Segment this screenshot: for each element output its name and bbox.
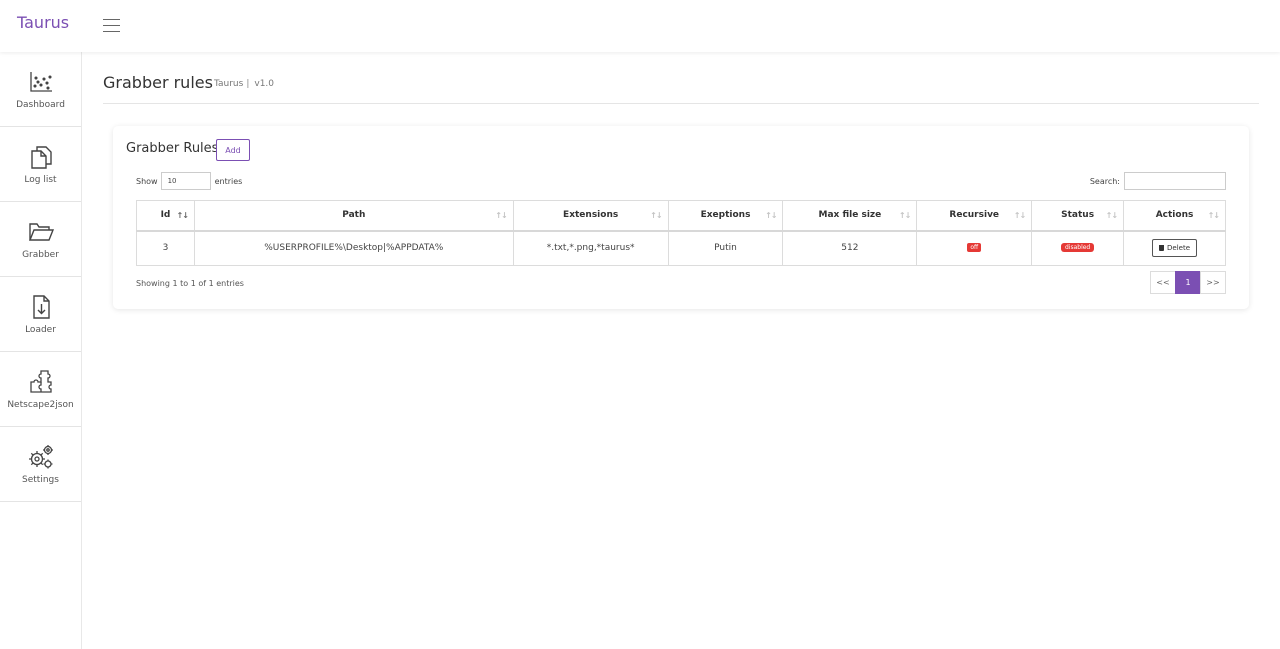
sidebar-item-loader[interactable]: Loader [0, 277, 81, 352]
cell-id: 3 [136, 230, 195, 266]
sort-icon: ↑↓ [1013, 211, 1026, 220]
sidebar-item-settings[interactable]: Settings [0, 427, 81, 502]
sidebar: Dashboard Log list Grabber Loader Netsca… [0, 52, 82, 649]
status-badge: disabled [1060, 243, 1095, 253]
cell-max-file-size: 512 [782, 230, 918, 266]
brand-logo[interactable]: Taurus [17, 13, 69, 32]
grabber-rules-card: Grabber Rules Add Show entries Search: I… [113, 126, 1249, 309]
folder-open-icon [28, 223, 54, 241]
cell-status: disabled [1031, 230, 1125, 266]
search-label: Search: [1089, 176, 1120, 186]
column-header-max-file-size[interactable]: Max file size ↑↓ [782, 200, 918, 232]
rules-table: Id ↑↓ Path ↑↓ Extensions ↑↓ Exeptions ↑↓ Max… [136, 200, 1226, 266]
sidebar-item-log-list[interactable]: Log list [0, 127, 81, 202]
pagination-previous[interactable]: << [1150, 271, 1176, 294]
sort-icon: ↑↓ [765, 211, 777, 220]
sort-asc-icon: ↑↓ [176, 211, 189, 220]
table-header-row: Id ↑↓ Path ↑↓ Extensions ↑↓ Exeptions ↑↓ Max… [136, 200, 1226, 232]
delete-button[interactable]: Delete [1152, 239, 1198, 258]
sidebar-item-label: Loader [25, 325, 56, 335]
column-header-id[interactable]: Id ↑↓ [136, 200, 195, 232]
table-row: 3 %USERPROFILE%\Desktop|%APPDATA% *.txt,… [136, 230, 1226, 266]
breadcrumb-app[interactable]: Taurus [214, 79, 243, 89]
card-title: Grabber Rules [126, 141, 219, 156]
sidebar-item-label: Grabber [22, 250, 59, 260]
sidebar-item-grabber[interactable]: Grabber [0, 202, 81, 277]
file-download-icon [32, 295, 50, 319]
sort-icon: ↑↓ [1105, 211, 1118, 220]
show-label: Show [136, 176, 158, 186]
puzzle-icon [29, 370, 52, 393]
pagination: << 1 >> [1150, 271, 1226, 294]
pagination-next[interactable]: >> [1200, 271, 1226, 294]
cell-path: %USERPROFILE%\Desktop|%APPDATA% [193, 230, 514, 266]
pagination-page[interactable]: 1 [1175, 271, 1201, 294]
gears-icon [28, 445, 53, 469]
page-length-control: Show entries [136, 172, 242, 190]
entries-label: entries [214, 176, 243, 186]
column-header-exceptions[interactable]: Exeptions ↑↓ [667, 200, 784, 232]
copy-icon [30, 146, 52, 169]
divider [103, 103, 1259, 104]
sidebar-item-label: Netscape2json [7, 400, 74, 410]
column-header-extensions[interactable]: Extensions ↑↓ [512, 200, 669, 232]
add-button[interactable]: Add [216, 139, 250, 161]
column-header-path[interactable]: Path ↑↓ [193, 200, 514, 232]
table-info: Showing 1 to 1 of 1 entries [136, 279, 244, 288]
sort-icon: ↑↓ [1207, 211, 1220, 220]
top-bar: Taurus [0, 0, 1280, 52]
sort-icon: ↑↓ [650, 211, 662, 220]
sort-icon: ↑↓ [898, 211, 911, 220]
sidebar-item-label: Settings [22, 475, 59, 485]
breadcrumb-separator: | [246, 79, 250, 89]
cell-exceptions: Putin [667, 230, 784, 266]
cell-recursive: off [916, 230, 1033, 266]
chart-icon [29, 72, 52, 92]
sidebar-item-dashboard[interactable]: Dashboard [0, 52, 81, 127]
search-control: Search: [1090, 172, 1226, 190]
version-label: v1.0 [254, 79, 275, 89]
delete-label: Delete [1167, 244, 1191, 253]
page-title: Grabber rules [103, 73, 213, 92]
trash-icon [1159, 245, 1165, 252]
search-input[interactable] [1124, 172, 1226, 190]
cell-actions: Delete [1123, 230, 1226, 266]
sidebar-item-label: Dashboard [16, 100, 65, 110]
menu-toggle-icon[interactable] [103, 19, 120, 32]
column-header-actions[interactable]: Actions ↑↓ [1123, 200, 1226, 232]
column-header-status[interactable]: Status ↑↓ [1031, 200, 1125, 232]
page-length-input[interactable] [160, 172, 211, 190]
breadcrumb: Taurus | v1.0 [214, 79, 274, 89]
cell-extensions: *.txt,*.png,*taurus* [512, 230, 669, 266]
sidebar-item-netscape2json[interactable]: Netscape2json [0, 352, 81, 427]
recursive-badge: off [967, 243, 982, 253]
sidebar-item-label: Log list [24, 175, 57, 185]
sort-icon: ↑↓ [495, 211, 507, 220]
column-header-recursive[interactable]: Recursive ↑↓ [916, 200, 1033, 232]
